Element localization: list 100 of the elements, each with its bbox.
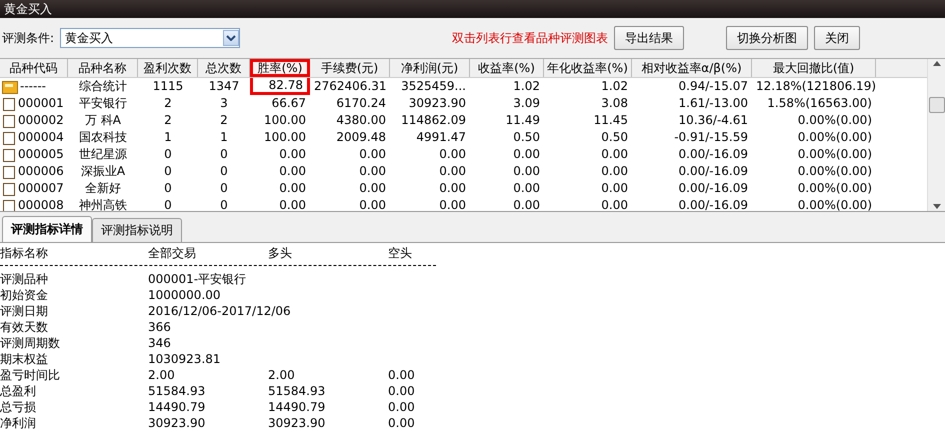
table-cell-text: 2 [163,112,173,129]
table-cell-text: 0.00%(0.00) [796,146,873,163]
table-cell-text: 综合统计 [78,78,128,95]
table-cell-text: 1 [163,129,173,146]
column-header[interactable]: 品种名称 [68,59,138,77]
table-cell-text: 万 科A [84,112,122,129]
detail-cell-text: 总亏损 [0,399,37,415]
table-cell-text: 深振业A [80,163,126,180]
table-cell-text: 0.00 [278,180,307,197]
column-header[interactable]: 手续费(元) [310,59,390,77]
table-cell-text: 1.02 [512,78,541,95]
table-cell-text: 4380.00 [335,112,387,129]
detail-cell-text: 净利润 [0,415,37,431]
table-cell-text: 3 [219,95,229,112]
table-cell-text: 国农科技 [78,129,128,146]
table-cell-text: 1115 [152,78,184,95]
table-cell-text: 2 [163,95,173,112]
table-cell-text: 全新好 [84,180,122,197]
toolbar-button[interactable]: 导出结果 [614,26,684,50]
detail-cell-text: 0.00 [388,415,416,431]
table-cell-text: -0.91/-15.59 [673,129,749,146]
table-cell-text: 0 [163,163,173,180]
detail-cell-text: 0.00 [388,399,416,415]
detail-cell-text: 14490.79 [268,399,326,415]
scroll-down-icon[interactable] [932,204,940,209]
folder-icon [2,80,18,94]
table-cell-text: 6170.24 [335,95,387,112]
tab[interactable]: 评测指标说明 [92,218,182,242]
table-cell-text: 0.00 [600,197,629,211]
table-cell-text: 1.58%(16563.00) [766,95,873,112]
table-cell-text: 0.00 [512,146,541,163]
detail-cell-text: 0.00 [388,367,416,383]
table-cell: 000008 [0,197,68,211]
column-header[interactable]: 年化收益率(%) [544,59,632,77]
table-cell-text: 0.00 [512,163,541,180]
table-cell-text: 3.09 [512,95,541,112]
column-header[interactable]: 胜率(%) [250,59,310,77]
table-cell-text: 3525459... [400,78,467,95]
table-cell-text: 0.00 [358,163,387,180]
detail-cell-text: 评测周期数 [0,335,61,351]
detail-cell-text: 14490.79 [148,399,206,415]
table-cell: 000007 [0,180,68,197]
detail-cell-text: 评测日期 [0,303,49,319]
table-cell-text: 1.61/-13.00 [678,95,749,112]
detail-cell-text: 总盈利 [0,383,37,399]
table-cell-text: 2 [219,112,229,129]
table-cell-text: 0.00 [438,197,467,211]
table-cell-text: 1 [219,129,229,146]
column-header[interactable]: 收益率(%) [470,59,544,77]
scroll-thumb[interactable] [928,97,944,113]
condition-dropdown[interactable]: 黄金买入 [60,28,240,48]
detail-cell-text: 2.00 [148,367,176,383]
toolbar-button[interactable]: 关闭 [814,26,860,50]
table-cell-text: 100.00 [263,112,307,129]
table-cell-text: 0.00 [438,163,467,180]
detail-header: 空头 [388,245,413,261]
detail-cell-text: 51584.93 [268,383,326,399]
table-cell-text: 0.00 [512,180,541,197]
detail-cell-text: 30923.90 [268,415,326,431]
table-cell-text: 10.36/-4.61 [678,112,749,129]
table-cell-text: 0.00 [278,197,307,211]
column-header[interactable]: 相对收益率α/β(%) [632,59,752,77]
detail-cell-text: 期末权益 [0,351,49,367]
condition-label: 评测条件: [2,30,54,46]
window-title: 黄金买入 [0,0,945,18]
table-cell: 000001 [0,95,68,112]
table-cell-text: 0 [219,163,229,180]
table-cell-text: 0.00 [600,146,629,163]
scroll-up-icon[interactable] [932,61,940,66]
table-cell-text: 0.00 [278,146,307,163]
table-cell-text: 0.94/-15.07 [678,78,749,95]
table-cell-text: 0.50 [512,129,541,146]
column-header[interactable]: 净利润(元) [390,59,470,77]
table-cell-text: 4991.47 [415,129,467,146]
column-header[interactable]: 盈利次数 [138,59,198,77]
table-cell: 000005 [0,146,68,163]
detail-header: 多头 [268,245,293,261]
table-cell-text: 2009.48 [335,129,387,146]
table-cell-text: 0.00 [600,163,629,180]
table-cell: 82.78 [250,78,310,95]
detail-cell-text: 初始资金 [0,287,49,303]
hint-text: 双击列表行查看品种评测图表 [452,30,608,46]
table-cell-text: 0.00 [358,146,387,163]
table-cell-text: 世纪星源 [78,146,128,163]
scrollbar[interactable] [927,59,945,211]
table-cell-text: 30923.90 [408,95,467,112]
table-cell-text: 12.18%(121806.19) [755,78,876,95]
column-header[interactable]: 品种代码 [0,59,68,77]
table-cell-text: 0.00%(0.00) [796,180,873,197]
table-cell-text: 0 [163,197,173,211]
column-header[interactable]: 最大回撤比(值) [752,59,876,77]
detail-cell-text: 2.00 [268,367,296,383]
detail-header: 全部交易 [148,245,197,261]
detail-cell-text: 1000000.00 [148,287,222,303]
toolbar-button[interactable]: 切换分析图 [726,26,808,50]
table-cell-text: 0.00 [438,146,467,163]
table-cell-text: 0.00/-16.09 [678,146,749,163]
table-cell-text: 0.00%(0.00) [796,112,873,129]
tab[interactable]: 评测指标详情 [2,216,92,242]
detail-cell-text: 评测品种 [0,271,49,287]
